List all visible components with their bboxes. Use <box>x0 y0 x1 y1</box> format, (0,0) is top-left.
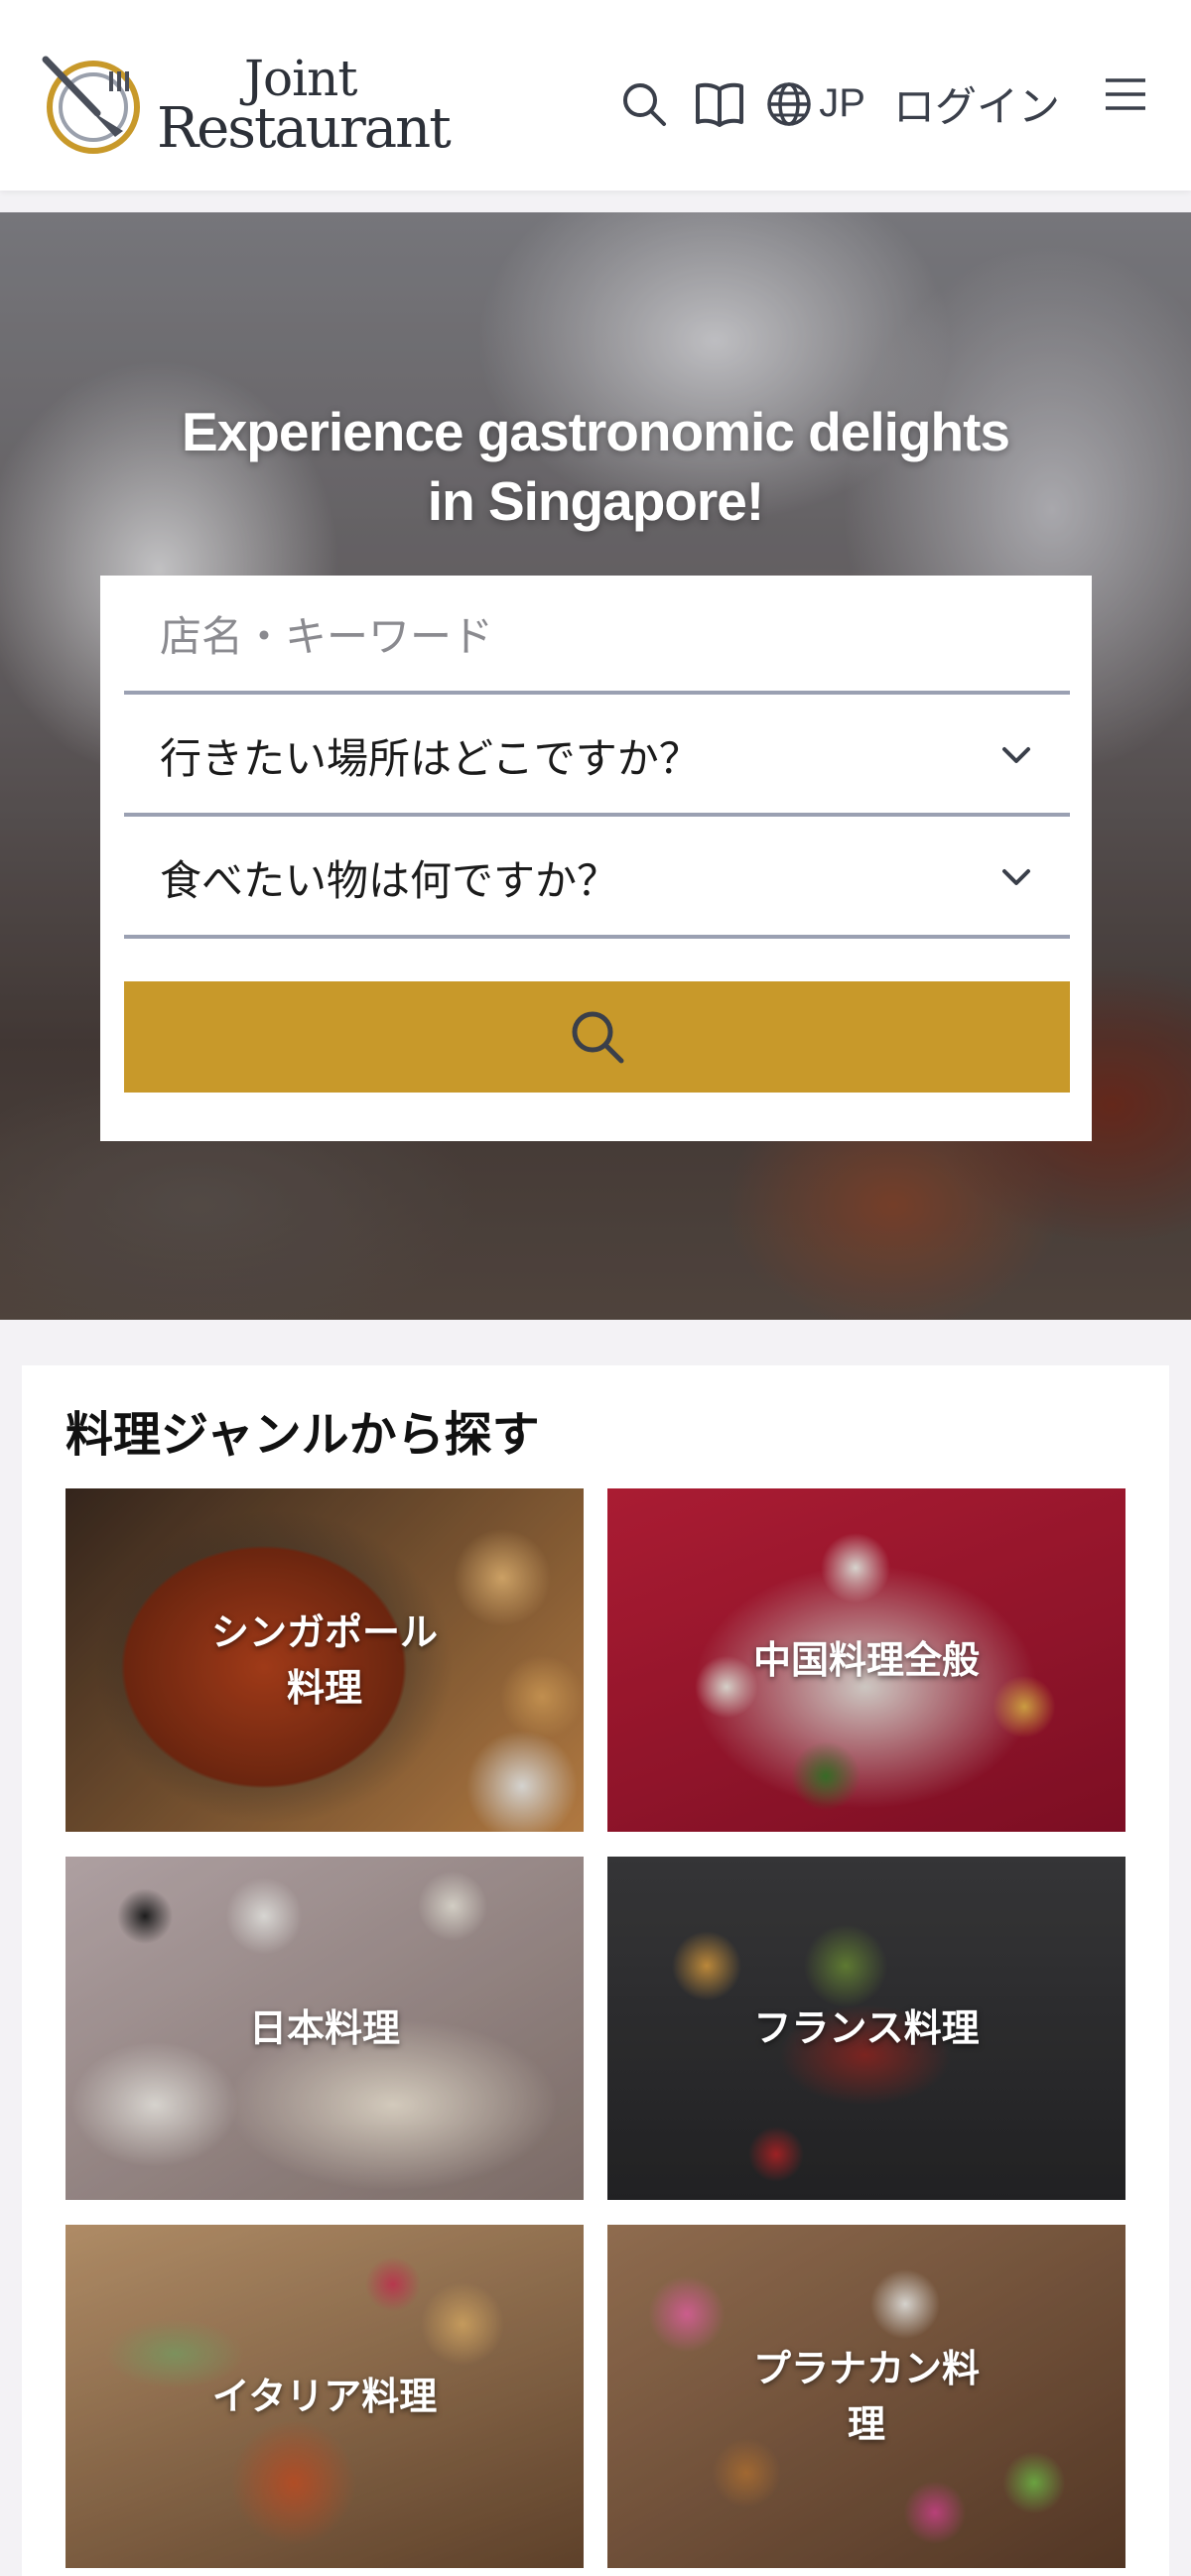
genre-tile-japanese[interactable]: 日本料理 <box>66 1857 584 2200</box>
genre-section: 料理ジャンルから探す シンガポール料理 中国料理全般 日本料理 フランス料理 イ… <box>22 1365 1169 2576</box>
keyword-input[interactable]: 店名・キーワード <box>124 576 1070 695</box>
hero-title-line-1: Experience gastronomic delights <box>182 401 1010 462</box>
hero-title-line-2: in Singapore! <box>427 470 764 532</box>
food-select-label: 食べたい物は何ですか？ <box>160 855 619 905</box>
chevron-down-icon <box>1002 747 1030 763</box>
hamburger-menu-icon[interactable] <box>1100 68 1151 120</box>
logo-line-1: Joint <box>244 49 357 107</box>
food-select[interactable]: 食べたい物は何ですか？ <box>124 820 1070 939</box>
search-icon[interactable] <box>618 78 670 130</box>
genre-tile-label: 中国料理全般 <box>752 1638 980 1682</box>
genre-tile-singapore[interactable]: シンガポール料理 <box>66 1488 584 1832</box>
logo-icon <box>42 56 140 154</box>
login-link[interactable]: ログイン <box>893 73 1060 134</box>
logo-wordmark: Joint Restaurant <box>157 49 452 162</box>
header-nav: JP ログイン <box>618 73 1151 134</box>
logo-line-2: Restaurant <box>157 96 452 162</box>
genre-tile-label: シンガポール料理 <box>210 1610 438 1710</box>
language-selector[interactable]: JP <box>765 80 865 128</box>
area-select-label: 行きたい場所はどこですか？ <box>160 733 701 783</box>
search-submit-button[interactable] <box>124 981 1070 1093</box>
genre-tile-label: イタリア料理 <box>211 2375 438 2418</box>
area-select[interactable]: 行きたい場所はどこですか？ <box>124 698 1070 817</box>
site-header: Joint Restaurant JP ログイン <box>0 0 1191 191</box>
genre-tile-peranakan[interactable]: プラナカン料理 <box>607 2225 1125 2568</box>
language-code: JP <box>819 81 865 125</box>
hero-title: Experience gastronomic delights in Singa… <box>0 397 1191 536</box>
hero-banner: Experience gastronomic delights in Singa… <box>0 212 1191 1320</box>
logo-link[interactable]: Joint Restaurant <box>40 49 452 162</box>
genre-section-title: 料理ジャンルから探す <box>66 1407 540 1463</box>
genre-tile-label: プラナカン料理 <box>752 2347 980 2446</box>
genre-tile-label: 日本料理 <box>248 2006 400 2050</box>
search-icon <box>572 1011 623 1064</box>
book-icon[interactable] <box>694 78 745 130</box>
genre-tile-italian[interactable]: イタリア料理 <box>66 2225 584 2568</box>
globe-icon <box>767 81 812 126</box>
genre-tile-label: フランス料理 <box>753 2006 980 2050</box>
genre-tile-chinese[interactable]: 中国料理全般 <box>607 1488 1125 1832</box>
genre-tile-french[interactable]: フランス料理 <box>607 1857 1125 2200</box>
chevron-down-icon <box>1002 869 1030 885</box>
search-panel: 店名・キーワード 行きたい場所はどこですか？ 食べたい物は何ですか？ <box>100 576 1092 1141</box>
